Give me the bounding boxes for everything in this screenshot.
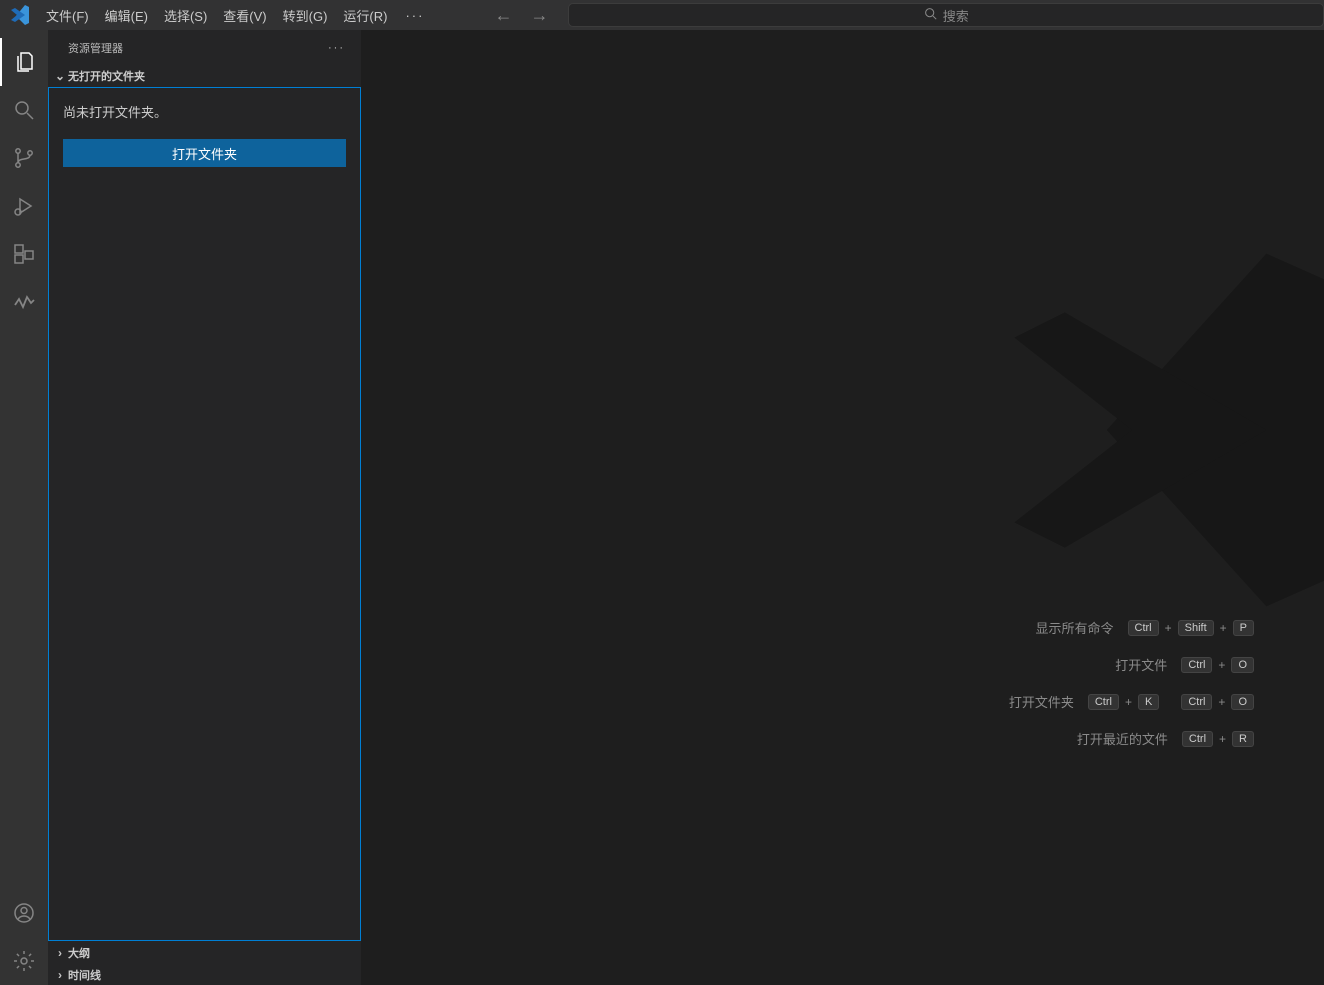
plus-icon: +: [1165, 621, 1172, 635]
extensions-icon: [12, 242, 36, 266]
search-placeholder: 搜索: [943, 6, 969, 25]
command-center-search[interactable]: 搜索: [568, 3, 1324, 27]
key: Ctrl: [1181, 694, 1212, 710]
activity-source-control[interactable]: [0, 134, 48, 182]
plus-icon: +: [1220, 621, 1227, 635]
key: P: [1233, 620, 1254, 636]
files-icon: [13, 50, 37, 74]
shortcut-keys: Ctrl + K Ctrl + O: [1088, 694, 1254, 710]
shortcut-keys: Ctrl + Shift + P: [1128, 620, 1255, 636]
shortcut-row: 打开最近的文件 Ctrl + R: [1077, 729, 1254, 748]
menubar: 文件(F) 编辑(E) 选择(S) 查看(V) 转到(G) 运行(R) ···: [38, 0, 434, 30]
account-icon: [12, 901, 36, 925]
activity-run-debug[interactable]: [0, 182, 48, 230]
welcome-shortcuts: 显示所有命令Ctrl+Shift+P打开文件Ctrl+O打开文件夹Ctrl+KC…: [1009, 618, 1254, 748]
shortcut-label: 打开文件夹: [1009, 692, 1074, 711]
plus-icon: +: [1218, 658, 1225, 672]
activity-settings[interactable]: [0, 937, 48, 985]
section-outline-header[interactable]: 大纲: [48, 941, 361, 963]
open-folder-button[interactable]: 打开文件夹: [63, 139, 346, 167]
nav-arrows: ← →: [494, 5, 548, 26]
activity-explorer[interactable]: [0, 38, 48, 86]
key: O: [1231, 694, 1254, 710]
shortcut-label: 打开最近的文件: [1077, 729, 1168, 748]
key: Ctrl: [1088, 694, 1119, 710]
menu-view[interactable]: 查看(V): [215, 0, 274, 30]
shortcut-row: 显示所有命令 Ctrl + Shift + P: [1035, 618, 1254, 637]
sidebar-explorer: 资源管理器 ··· 无打开的文件夹 尚未打开文件夹。 打开文件夹 大纲 时间线: [48, 30, 362, 985]
titlebar: 文件(F) 编辑(E) 选择(S) 查看(V) 转到(G) 运行(R) ··· …: [0, 0, 1324, 30]
shortcut-label: 打开文件: [1115, 655, 1167, 674]
plus-icon: +: [1218, 695, 1225, 709]
chevron-down-icon: [52, 69, 68, 83]
shortcut-row: 打开文件 Ctrl + O: [1115, 655, 1254, 674]
editor-area: 显示所有命令Ctrl+Shift+P打开文件Ctrl+O打开文件夹Ctrl+KC…: [362, 30, 1324, 985]
no-folder-text: 尚未打开文件夹。: [63, 102, 346, 121]
plus-icon: +: [1125, 695, 1132, 709]
plus-icon: +: [1219, 732, 1226, 746]
section-no-folder-label: 无打开的文件夹: [68, 68, 145, 84]
vscode-icon: [8, 3, 32, 27]
gear-icon: [12, 949, 36, 973]
section-outline-label: 大纲: [68, 945, 90, 961]
activity-search[interactable]: [0, 86, 48, 134]
shortcut-keys: Ctrl + R: [1182, 731, 1254, 747]
shortcut-row: 打开文件夹 Ctrl + K Ctrl + O: [1009, 692, 1254, 711]
shortcut-keys: Ctrl + O: [1181, 657, 1254, 673]
key: Ctrl: [1128, 620, 1159, 636]
menu-selection[interactable]: 选择(S): [156, 0, 215, 30]
menu-more-icon[interactable]: ···: [395, 0, 434, 30]
section-timeline-label: 时间线: [68, 967, 101, 983]
sidebar-header: 资源管理器 ···: [48, 30, 361, 65]
wave-icon: [12, 290, 36, 314]
nav-forward-icon[interactable]: →: [530, 5, 548, 26]
section-no-folder-header[interactable]: 无打开的文件夹: [48, 65, 361, 87]
menu-run[interactable]: 运行(R): [335, 0, 395, 30]
nav-back-icon[interactable]: ←: [494, 5, 512, 26]
activity-accounts[interactable]: [0, 889, 48, 937]
activity-extensions[interactable]: [0, 230, 48, 278]
key: K: [1138, 694, 1159, 710]
activity-extra[interactable]: [0, 278, 48, 326]
key: Shift: [1178, 620, 1214, 636]
menu-file[interactable]: 文件(F): [38, 0, 97, 30]
sidebar-title: 资源管理器: [68, 40, 123, 56]
menu-go[interactable]: 转到(G): [275, 0, 336, 30]
key: R: [1232, 731, 1254, 747]
vscode-watermark-icon: [964, 220, 1324, 643]
key: Ctrl: [1182, 731, 1213, 747]
search-icon: [12, 98, 36, 122]
debug-icon: [12, 194, 36, 218]
branch-icon: [12, 146, 36, 170]
no-folder-panel: 尚未打开文件夹。 打开文件夹: [48, 87, 361, 941]
section-timeline-header[interactable]: 时间线: [48, 963, 361, 985]
chevron-right-icon: [52, 946, 68, 960]
chevron-right-icon: [52, 968, 68, 982]
key: O: [1231, 657, 1254, 673]
sidebar-more-icon[interactable]: ···: [328, 42, 345, 54]
menu-edit[interactable]: 编辑(E): [97, 0, 156, 30]
key: Ctrl: [1181, 657, 1212, 673]
search-icon: [924, 7, 937, 23]
activitybar: [0, 30, 48, 985]
shortcut-label: 显示所有命令: [1035, 618, 1113, 637]
